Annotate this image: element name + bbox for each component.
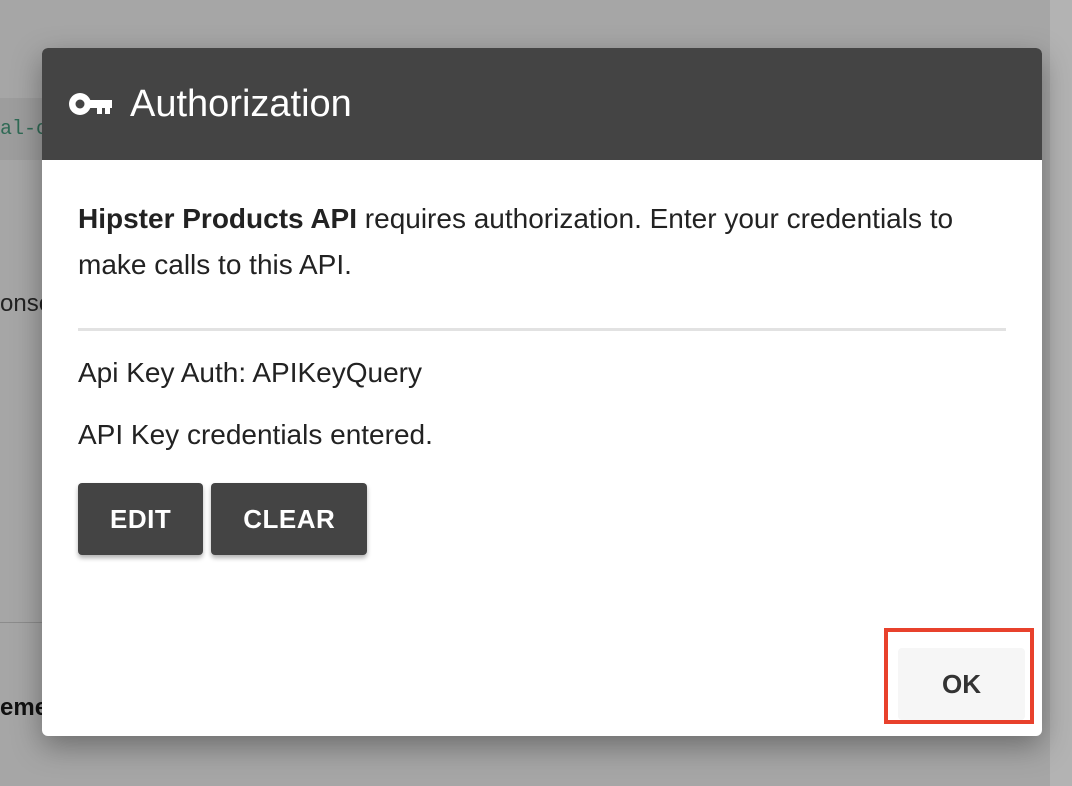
background-divider — [0, 622, 42, 623]
background-code-text: al-c — [0, 118, 49, 141]
api-name: Hipster Products API — [78, 203, 358, 234]
credential-actions: EDIT CLEAR — [78, 483, 1006, 555]
section-divider — [78, 328, 1006, 331]
background-element-text: eme — [0, 694, 49, 721]
clear-button[interactable]: CLEAR — [211, 483, 368, 555]
authorization-intro: Hipster Products API requires authorizat… — [78, 196, 1006, 288]
page-scrollbar[interactable] — [1050, 0, 1072, 786]
auth-scheme-label: Api Key Auth: APIKeyQuery — [78, 357, 422, 388]
ok-button[interactable]: OK — [898, 648, 1025, 720]
dialog-header: Authorization — [42, 48, 1042, 160]
dialog-body: Hipster Products API requires authorizat… — [42, 160, 1042, 555]
authorization-dialog: Authorization Hipster Products API requi… — [42, 48, 1042, 736]
edit-button[interactable]: EDIT — [78, 483, 204, 555]
auth-status-text: API Key credentials entered. — [78, 419, 433, 450]
dialog-title: Authorization — [130, 82, 352, 125]
key-icon — [68, 91, 112, 117]
